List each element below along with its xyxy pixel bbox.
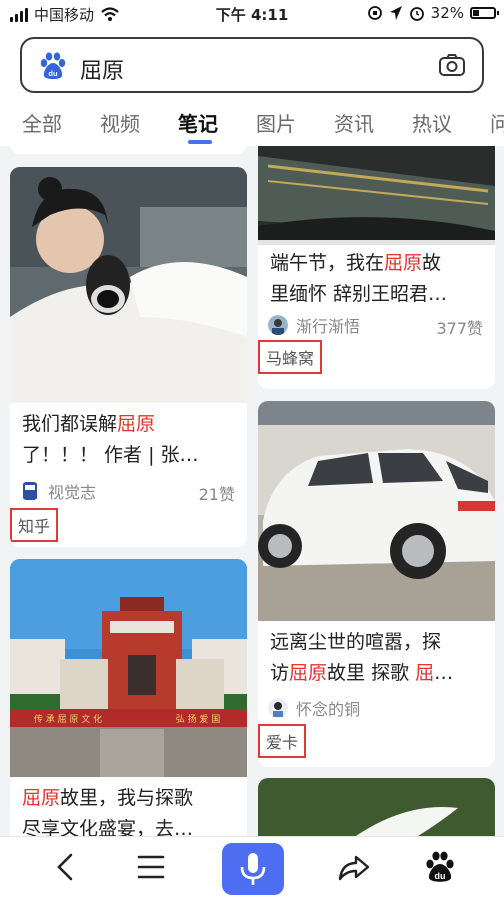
card-image-green-leaf (258, 778, 495, 836)
note-card[interactable]: 远离尘世的喧嚣，探 访屈原故里 探歌 屈… 怀念的铜 爱卡 (258, 401, 495, 767)
location-icon (389, 6, 402, 20)
left-card-partial[interactable] (10, 146, 247, 154)
battery-percent: 32% (430, 4, 464, 22)
tab-all[interactable]: 全部 (22, 108, 62, 137)
like-count: 21赞 (198, 485, 235, 504)
search-query-text[interactable]: 屈原 (80, 53, 124, 85)
card-title: 远离尘世的喧嚣，探 访屈原故里 探歌 屈… (270, 631, 454, 684)
back-icon[interactable] (46, 847, 86, 887)
card-title: 我们都误解屈原 了！！！ 作者 | 张… (22, 413, 199, 466)
microphone-icon (240, 853, 266, 885)
card-image-hanfu-man (10, 167, 247, 403)
note-card[interactable]: 我们都误解屈原 了！！！ 作者 | 张… 视觉志 21赞 知乎 (10, 167, 247, 547)
svg-text:du: du (48, 69, 58, 78)
tab-qa[interactable]: 问 (490, 108, 504, 137)
alarm-icon (409, 7, 424, 21)
like-count: 377赞 (436, 319, 483, 338)
tab-video[interactable]: 视频 (100, 108, 140, 137)
svg-text:du: du (435, 871, 446, 881)
search-header: du 屈原 全部 视频 笔记 图片 资讯 热议 问 (0, 28, 504, 146)
source-tag: 爱卡 (258, 724, 307, 758)
temple-sign-right: 弘 扬 爱 国 (176, 713, 221, 725)
active-tab-indicator (188, 140, 212, 144)
share-icon[interactable] (334, 847, 374, 887)
author-name: 怀念的铜 (296, 700, 361, 719)
source-tag: 马蜂窝 (258, 340, 323, 374)
author-name: 视觉志 (48, 483, 97, 502)
card-image-qu-yuan-temple: 传 承 屈 原 文 化 弘 扬 爱 国 (10, 559, 247, 777)
search-bar[interactable]: du 屈原 (20, 37, 484, 93)
status-bar: 中国移动 下午 4:11 32% (0, 0, 504, 28)
bottom-toolbar: du (0, 836, 504, 901)
card-image-white-suv (258, 401, 495, 621)
tab-notes[interactable]: 笔记 (178, 108, 218, 137)
card-image-bamboo-scroll (258, 146, 495, 245)
voice-search-button[interactable] (222, 843, 284, 895)
card-author: 视觉志 (20, 480, 96, 502)
author-avatar (268, 698, 288, 718)
baidu-paw-logo-icon: du (40, 52, 66, 79)
card-author: 渐行渐悟 (268, 314, 360, 336)
category-tabs: 全部 视频 笔记 图片 资讯 热议 问 (0, 104, 504, 144)
note-card[interactable]: 传 承 屈 原 文 化 弘 扬 爱 国 屈原故里，我与探歌 尽享文化盛宴，去… (10, 559, 247, 836)
source-tag: 知乎 (10, 508, 59, 542)
card-title: 端午节，我在屈原故 里缅怀 辞别王昭君… (270, 252, 448, 305)
author-avatar (23, 482, 37, 500)
note-card[interactable]: 端午节，我在屈原故 里缅怀 辞别王昭君… 渐行渐悟 377赞 马蜂窝 (258, 146, 495, 389)
author-name: 渐行渐悟 (296, 317, 361, 336)
battery-icon (470, 7, 499, 19)
notes-feed[interactable]: 我们都误解屈原 了！！！ 作者 | 张… 视觉志 21赞 知乎 传 承 屈 原 … (0, 146, 504, 836)
author-avatar (268, 315, 288, 335)
card-title: 屈原故里，我与探歌 尽享文化盛宴，去… (22, 787, 194, 836)
camera-icon[interactable] (438, 53, 466, 77)
menu-icon[interactable] (131, 847, 171, 887)
tab-images[interactable]: 图片 (256, 108, 296, 137)
orientation-lock-icon (367, 6, 382, 20)
card-author: 怀念的铜 (268, 697, 360, 719)
tab-news[interactable]: 资讯 (334, 108, 374, 137)
note-card[interactable] (258, 778, 495, 836)
baidu-paw-home-icon[interactable]: du (420, 847, 460, 887)
tab-hot-discussion[interactable]: 热议 (412, 108, 452, 137)
temple-sign-left: 传 承 屈 原 文 化 (34, 713, 102, 725)
